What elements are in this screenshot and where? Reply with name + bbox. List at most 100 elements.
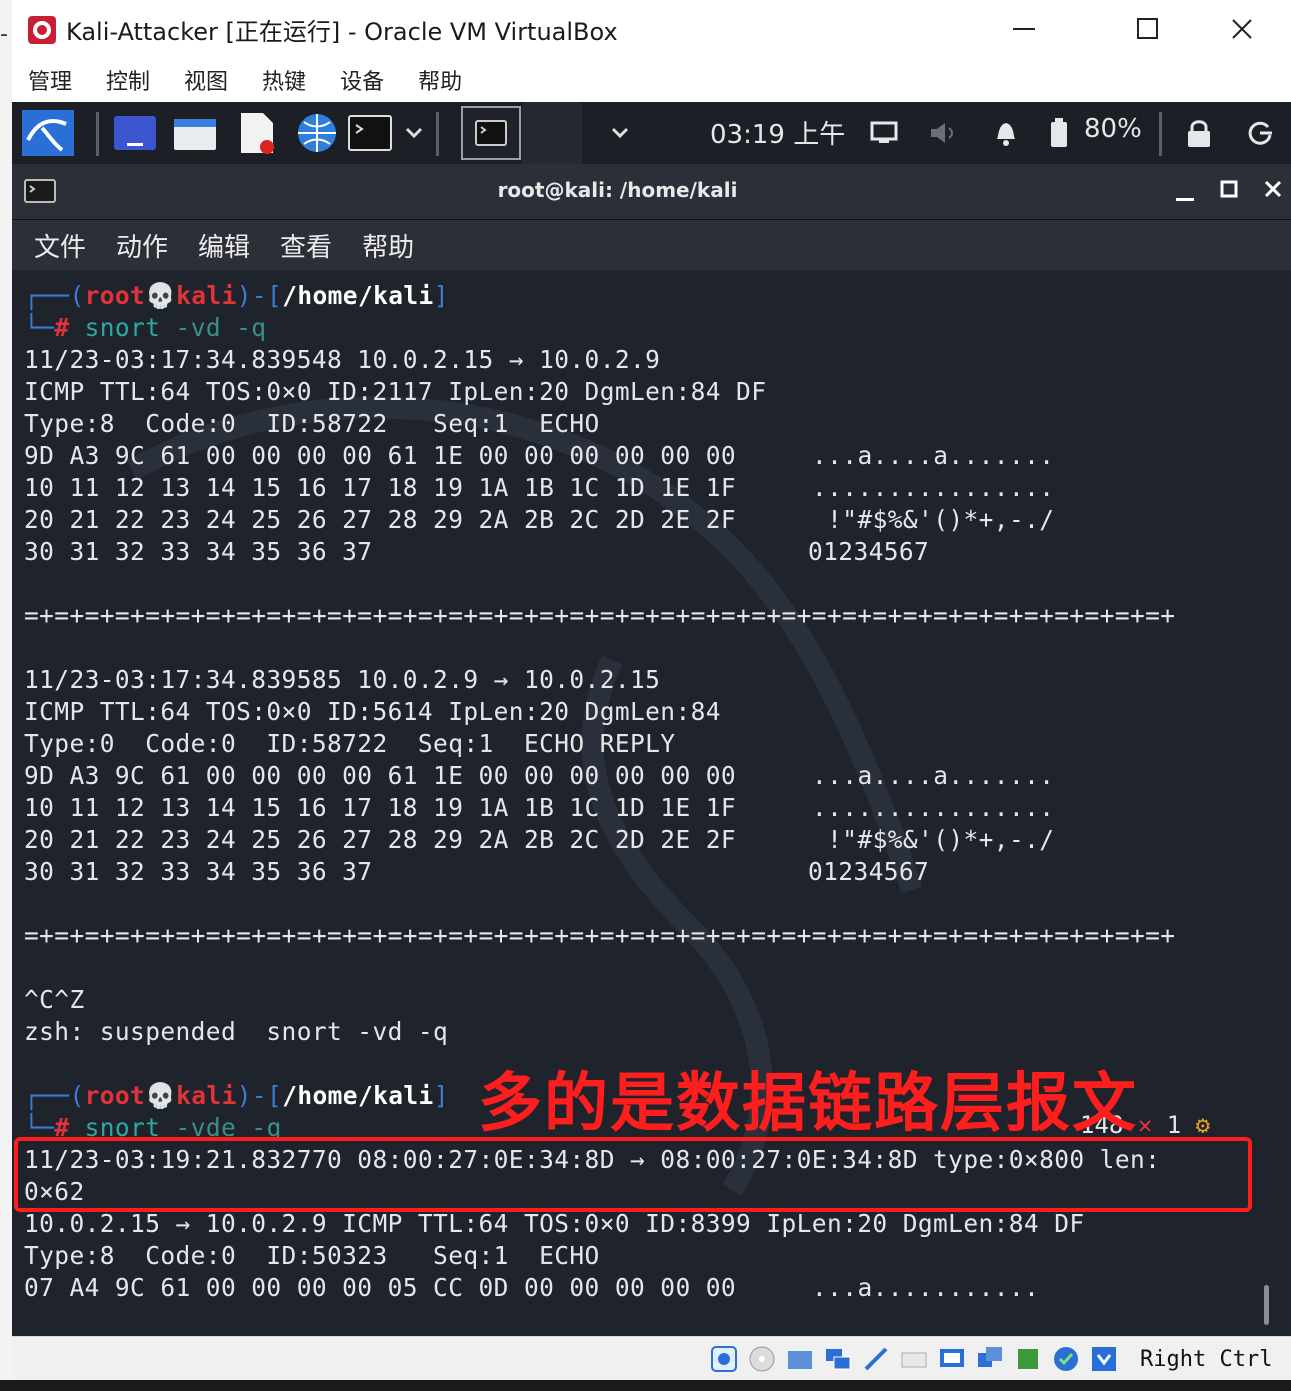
packet1-header: 11/23-03:17:34.839548 10.0.2.15 → 10.0.2… (24, 345, 661, 374)
folder-icon (174, 119, 216, 150)
terminal-menu-view[interactable]: 查看 (280, 227, 332, 264)
guest-additions-icon[interactable] (1052, 1345, 1080, 1373)
vbox-menu-control[interactable]: 控制 (106, 64, 150, 96)
packet3-ascii-row: ...a........... (812, 1273, 1040, 1302)
packet2-hex-row: 9D A3 9C 61 00 00 00 00 61 1E 00 00 00 0… (24, 761, 737, 790)
lock-screen-button[interactable] (1182, 110, 1216, 156)
minimize-button[interactable] (978, 0, 1070, 58)
terminal-menu-help[interactable]: 帮助 (362, 227, 414, 264)
vbox-menu-help[interactable]: 帮助 (418, 64, 462, 96)
battery-percent: 80% (1084, 114, 1142, 144)
job-count: 1 (1166, 1111, 1182, 1139)
command-args: -vd -q (175, 313, 267, 342)
shared-folder-icon[interactable] (786, 1345, 814, 1373)
packet1-hex-row: 30 31 32 33 34 35 36 37 (24, 537, 373, 566)
host-desktop-edge: - (0, 0, 12, 1380)
minimize-icon (1013, 28, 1035, 30)
kali-dragon-icon (22, 110, 74, 156)
packet2-ascii-row: ...a....a....... (812, 761, 1055, 790)
network-icon[interactable] (824, 1345, 852, 1373)
prompt-user: root (84, 281, 146, 310)
vbox-menu-hotkey[interactable]: 热键 (262, 64, 306, 96)
display-settings-button[interactable] (866, 110, 902, 156)
cpu-icon[interactable] (1014, 1345, 1042, 1373)
terminal-menu-file[interactable]: 文件 (34, 227, 86, 264)
battery-indicator[interactable] (1046, 110, 1072, 156)
packet-separator: =+=+=+=+=+=+=+=+=+=+=+=+=+=+=+=+=+=+=+=+… (24, 921, 1176, 950)
show-desktop-button[interactable] (110, 110, 160, 156)
taskbar-edge (0, 1380, 1291, 1391)
packet3-icmp-line: Type:8 Code:0 ID:50323 Seq:1 ECHO (24, 1241, 600, 1270)
packet1-hex-row: 9D A3 9C 61 00 00 00 00 61 1E 00 00 00 0… (24, 441, 737, 470)
packet2-header: 11/23-03:17:34.839585 10.0.2.9 → 10.0.2.… (24, 665, 661, 694)
packet1-hex-row: 20 21 22 23 24 25 26 27 28 29 2A 2B 2C 2… (24, 505, 737, 534)
hard-disk-icon[interactable] (900, 1345, 928, 1373)
packet1-ascii-row: !"#$%&'()*+,-./ (812, 505, 1055, 534)
notifications-button[interactable] (988, 110, 1024, 156)
vbox-title-bar: Kali-Attacker [正在运行] - Oracle VM Virtual… (12, 0, 1291, 58)
terminal-titlebar: root@kali: /home/kali (12, 164, 1291, 220)
optical-drive-icon[interactable] (748, 1345, 776, 1373)
terminal-menu-bar: 文件 动作 编辑 查看 帮助 (12, 220, 1291, 270)
vbox-menu-manage[interactable]: 管理 (28, 64, 72, 96)
window-title: Kali-Attacker [正在运行] - Oracle VM Virtual… (66, 17, 618, 46)
packet1-ascii-row: ................ (812, 473, 1055, 502)
close-button[interactable] (1196, 0, 1288, 58)
annotation-label: 多的是数据链路层报文 (478, 1067, 1138, 1141)
close-icon (1232, 19, 1252, 39)
chevron-down-icon (405, 127, 423, 139)
battery-icon (1051, 118, 1067, 147)
terminal-minimize-button[interactable] (1170, 174, 1200, 208)
packet2-ascii-row: 01234567 (808, 857, 930, 886)
logout-button[interactable] (1242, 110, 1278, 156)
vbox-menu-bar: 管理 控制 视图 热键 设备 帮助 (12, 58, 1291, 102)
packet1-ip-line: ICMP TTL:64 TOS:0×0 ID:2117 IpLen:20 Dgm… (24, 377, 767, 406)
workspace-dropdown-button[interactable] (606, 110, 634, 156)
taskbar-terminal-window[interactable] (461, 106, 521, 160)
file-manager-button[interactable] (170, 110, 220, 156)
mouse-integration-icon[interactable] (1090, 1345, 1118, 1373)
maximize-icon (1220, 180, 1238, 198)
terminal-dropdown-button[interactable] (400, 110, 428, 156)
desktop-icon (114, 116, 156, 150)
packet2-hex-row: 20 21 22 23 24 25 26 27 28 29 2A 2B 2C 2… (24, 825, 737, 854)
command-name: snort (84, 313, 161, 342)
display-icon[interactable] (938, 1345, 966, 1373)
terminal-menu-edit[interactable]: 编辑 (198, 227, 250, 264)
packet2-ascii-row: ................ (812, 793, 1055, 822)
suspended-message: zsh: suspended snort -vd -q (24, 1017, 449, 1046)
packet3-hex-row: 07 A4 9C 61 00 00 00 00 05 CC 0D 00 00 0… (24, 1273, 737, 1302)
kali-menu-button[interactable] (18, 110, 78, 156)
vbox-menu-view[interactable]: 视图 (184, 64, 228, 96)
annotation-highlight-box (14, 1137, 1252, 1212)
chevron-down-icon (611, 127, 629, 139)
web-browser-button[interactable] (292, 110, 342, 156)
packet1-ascii-row: ...a....a....... (812, 441, 1055, 470)
gear-icon: ⚙ (1195, 1111, 1211, 1139)
terminal-icon (348, 115, 392, 151)
prompt-path: /home/kali (282, 281, 434, 310)
usb-icon[interactable] (862, 1345, 890, 1373)
packet1-hex-row: 10 11 12 13 14 15 16 17 18 19 1A 1B 1C 1… (24, 473, 737, 502)
packet3-ip-line: 10.0.2.15 → 10.0.2.9 ICMP TTL:64 TOS:0×0… (24, 1209, 1085, 1238)
vbox-menu-devices[interactable]: 设备 (340, 64, 384, 96)
recording-icon[interactable] (976, 1345, 1004, 1373)
audio-status-icon[interactable] (710, 1345, 738, 1373)
terminal-menu-action[interactable]: 动作 (116, 227, 168, 264)
kali-panel: 03:19 上午 80% (12, 102, 1291, 164)
terminal-scrollbar[interactable] (1264, 1285, 1269, 1325)
terminal-icon (475, 120, 507, 146)
terminal-launcher-button[interactable] (346, 110, 394, 156)
minimize-icon (1176, 198, 1194, 201)
terminal-maximize-button[interactable] (1214, 174, 1244, 208)
panel-clock[interactable]: 03:19 上午 (710, 114, 845, 151)
panel-separator (96, 112, 99, 156)
packet1-ascii-row: 01234567 (808, 537, 930, 566)
refresh-icon (1248, 121, 1272, 145)
host-key-label: Right Ctrl (1140, 1347, 1273, 1372)
packet2-ip-line: ICMP TTL:64 TOS:0×0 ID:5614 IpLen:20 Dgm… (24, 697, 721, 726)
text-editor-button[interactable] (232, 110, 282, 156)
maximize-button[interactable] (1102, 0, 1194, 58)
volume-button[interactable] (926, 110, 962, 156)
terminal-close-button[interactable] (1258, 174, 1288, 208)
